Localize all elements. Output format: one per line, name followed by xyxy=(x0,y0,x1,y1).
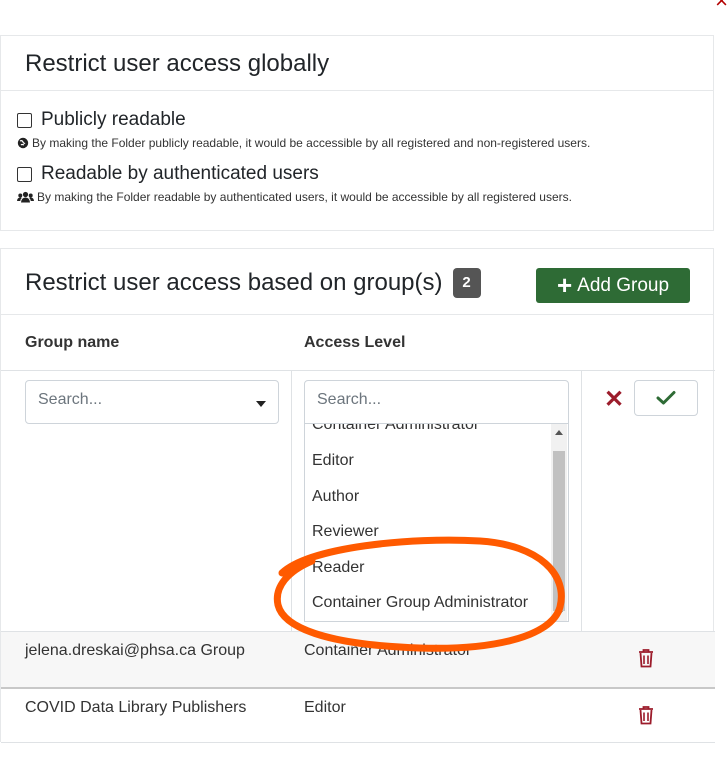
group-name-cell: jelena.dreskai@phsa.ca Group xyxy=(25,642,245,659)
scrollbar-thumb[interactable] xyxy=(553,451,565,611)
list-item[interactable]: Container Group Administrator xyxy=(312,594,528,612)
publicly-readable-option: Publicly readable By making the Folder p… xyxy=(17,109,590,150)
publicly-readable-checkbox[interactable] xyxy=(17,112,32,128)
authenticated-readable-option: Readable by authenticated users By makin… xyxy=(17,163,572,204)
plus-icon: + xyxy=(556,269,573,300)
group-access-header: Restrict user access based on group(s) 2… xyxy=(1,249,713,315)
list-item[interactable]: Container Administrator xyxy=(312,424,479,434)
publicly-readable-label[interactable]: Publicly readable xyxy=(41,109,186,131)
column-header-group-name: Group name xyxy=(25,334,120,351)
access-level-cell: Editor xyxy=(304,699,346,716)
group-access-title: Restrict user access based on group(s) 2 xyxy=(25,268,481,298)
access-level-search-input[interactable]: Search... xyxy=(304,380,569,424)
confirm-button[interactable] xyxy=(634,380,698,416)
trash-icon[interactable] xyxy=(637,648,655,673)
trash-icon[interactable] xyxy=(637,705,655,730)
authenticated-readable-help: By making the Folder readable by authent… xyxy=(17,190,572,204)
list-item[interactable]: Author xyxy=(312,488,359,506)
access-level-dropdown[interactable]: Container Administrator Editor Author Re… xyxy=(304,424,569,622)
caret-down-icon xyxy=(256,401,266,407)
authenticated-readable-checkbox[interactable] xyxy=(17,166,32,182)
authenticated-readable-label[interactable]: Readable by authenticated users xyxy=(41,163,319,185)
close-icon[interactable]: × xyxy=(710,0,728,12)
group-access-card: Restrict user access based on group(s) 2… xyxy=(0,248,715,743)
group-select-input[interactable]: Search... xyxy=(25,380,279,424)
scroll-up-icon[interactable] xyxy=(555,430,563,435)
cancel-icon[interactable]: ✕ xyxy=(604,388,624,412)
add-group-button[interactable]: + Add Group xyxy=(536,268,690,303)
dropdown-scrollbar[interactable] xyxy=(551,424,567,621)
global-access-header: Restrict user access globally xyxy=(1,36,713,91)
global-access-title: Restrict user access globally xyxy=(25,50,330,77)
group-count-badge: 2 xyxy=(452,268,481,298)
check-icon xyxy=(656,391,676,405)
scroll-down-icon[interactable] xyxy=(555,611,563,616)
group-name-cell: COVID Data Library Publishers xyxy=(25,699,247,716)
table-row: jelena.dreskai@phsa.ca Group Container A… xyxy=(1,631,715,687)
column-header-access-level: Access Level xyxy=(304,334,406,351)
list-item[interactable]: Reader xyxy=(312,559,364,577)
globe-icon xyxy=(17,137,29,149)
access-level-cell: Container Administrator xyxy=(304,642,472,659)
table-row: COVID Data Library Publishers Editor xyxy=(1,687,715,743)
global-access-card: Restrict user access globally Publicly r… xyxy=(0,35,714,231)
list-item[interactable]: Reviewer xyxy=(312,523,379,541)
users-icon xyxy=(17,191,34,203)
table-header: Group name Access Level xyxy=(1,315,715,371)
list-item[interactable]: Editor xyxy=(312,452,354,470)
publicly-readable-help: By making the Folder publicly readable, … xyxy=(17,136,590,150)
